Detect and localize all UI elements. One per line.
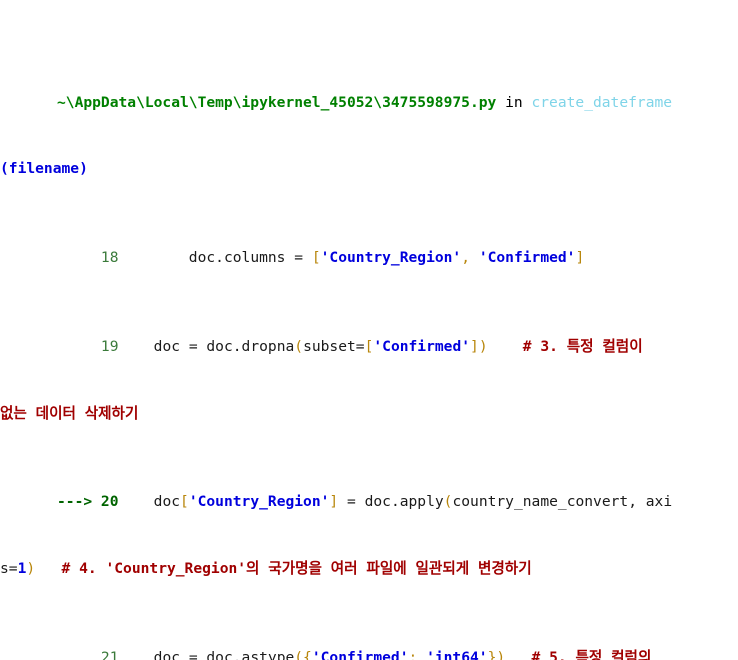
code-comment-continued: # 4. 'Country_Region'의 국가명을 여러 파일에 일관되게 … bbox=[61, 559, 532, 577]
code-line: 21 doc = doc.astype({'Confirmed': 'int64… bbox=[57, 647, 738, 660]
code-line-wrap: s=1) # 4. 'Country_Region'의 국가명을 여러 파일에 … bbox=[0, 559, 532, 577]
frame-file-path: ~\AppData\Local\Temp\ipykernel_45052\347… bbox=[57, 93, 497, 111]
code-line-number: 18 bbox=[57, 249, 119, 267]
code-line-number: 19 bbox=[57, 338, 119, 355]
code-line-text: doc = doc.dropna(subset=['Confirmed']) #… bbox=[118, 338, 643, 355]
code-line-text: doc = doc.astype({'Confirmed': 'int64'})… bbox=[118, 648, 652, 660]
code-line-number: 21 bbox=[57, 648, 119, 660]
code-line-text: doc['Country_Region'] = doc.apply(countr… bbox=[118, 493, 673, 511]
traceback-frame-header-wrap: (filename) bbox=[0, 158, 738, 180]
frame-function-name: create_dateframe bbox=[531, 93, 673, 111]
code-line-current: ---> 20 doc['Country_Region'] = doc.appl… bbox=[57, 491, 738, 513]
frame-in-keyword bbox=[496, 94, 505, 111]
frame-in-word: in bbox=[505, 93, 523, 111]
code-comment-continued: 없는 데이터 삭제하기 bbox=[0, 404, 139, 422]
traceback-frame-header: ~\AppData\Local\Temp\ipykernel_45052\347… bbox=[57, 92, 738, 114]
frame-function-args: (filename) bbox=[0, 160, 88, 178]
code-line-text: doc.columns = ['Country_Region', 'Confir… bbox=[118, 249, 585, 267]
code-line: 19 doc = doc.dropna(subset=['Confirmed']… bbox=[57, 336, 738, 358]
traceback-output: ~\AppData\Local\Temp\ipykernel_45052\347… bbox=[0, 0, 738, 660]
current-line-arrow: ---> 20 bbox=[57, 493, 119, 511]
code-line-wrap: 없는 데이터 삭제하기 bbox=[0, 403, 738, 425]
code-line: 18 doc.columns = ['Country_Region', 'Con… bbox=[57, 247, 738, 269]
